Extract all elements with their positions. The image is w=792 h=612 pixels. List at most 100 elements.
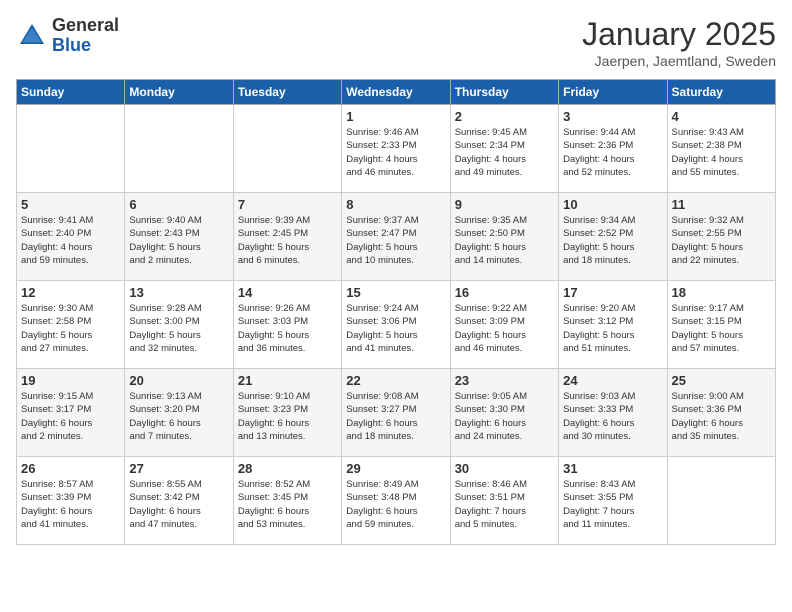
day-of-week-header: Friday <box>559 80 667 105</box>
calendar-day-cell: 12Sunrise: 9:30 AM Sunset: 2:58 PM Dayli… <box>17 281 125 369</box>
calendar-day-cell: 22 Sunrise: 9:08 AM Sunset: 3:27 PM Dayli… <box>342 369 450 457</box>
day-info: Sunrise: 8:43 AM Sunset: 3:55 PM Dayligh… <box>563 478 662 531</box>
location-subtitle: Jaerpen, Jaemtland, Sweden <box>582 53 776 69</box>
day-info: Sunrise: 9:44 AM Sunset: 2:36 PM Dayligh… <box>563 126 662 179</box>
calendar-day-cell: 3Sunrise: 9:44 AM Sunset: 2:36 PM Daylig… <box>559 105 667 193</box>
month-title: January 2025 <box>582 16 776 53</box>
day-number: 17 <box>563 285 662 300</box>
day-number: 31 <box>563 461 662 476</box>
day-info: Sunrise: 9:20 AM Sunset: 3:12 PM Dayligh… <box>563 302 662 355</box>
calendar-day-cell: 26 Sunrise: 8:57 AM Sunset: 3:39 PM Dayli… <box>17 457 125 545</box>
calendar-day-cell <box>125 105 233 193</box>
day-number: 24 <box>563 373 662 388</box>
day-info: Sunrise: 9:39 AM Sunset: 2:45 PM Dayligh… <box>238 214 337 267</box>
calendar-day-cell: 21 Sunrise: 9:10 AM Sunset: 3:23 PM Dayli… <box>233 369 341 457</box>
calendar-day-cell: 17 Sunrise: 9:20 AM Sunset: 3:12 PM Dayli… <box>559 281 667 369</box>
day-number: 1 <box>346 109 445 124</box>
calendar-day-cell: 24Sunrise: 9:03 AM Sunset: 3:33 PM Dayli… <box>559 369 667 457</box>
day-info: Sunrise: 9:46 AM Sunset: 2:33 PM Dayligh… <box>346 126 445 179</box>
calendar-body: 1 Sunrise: 9:46 AM Sunset: 2:33 PM Daylig… <box>17 105 776 545</box>
day-info: Sunrise: 9:22 AM Sunset: 3:09 PM Dayligh… <box>455 302 554 355</box>
day-number: 7 <box>238 197 337 212</box>
calendar-day-cell: 5 Sunrise: 9:41 AM Sunset: 2:40 PM Daylig… <box>17 193 125 281</box>
calendar-day-cell: 19Sunrise: 9:15 AM Sunset: 3:17 PM Dayli… <box>17 369 125 457</box>
day-number: 27 <box>129 461 228 476</box>
day-info: Sunrise: 8:57 AM Sunset: 3:39 PM Dayligh… <box>21 478 120 531</box>
calendar-day-cell: 25 Sunrise: 9:00 AM Sunset: 3:36 PM Dayli… <box>667 369 775 457</box>
calendar-day-cell: 10 Sunrise: 9:34 AM Sunset: 2:52 PM Dayli… <box>559 193 667 281</box>
day-number: 20 <box>129 373 228 388</box>
calendar-week-row: 1 Sunrise: 9:46 AM Sunset: 2:33 PM Daylig… <box>17 105 776 193</box>
calendar-day-cell: 16 Sunrise: 9:22 AM Sunset: 3:09 PM Dayli… <box>450 281 558 369</box>
day-info: Sunrise: 9:32 AM Sunset: 2:55 PM Dayligh… <box>672 214 771 267</box>
calendar-day-cell: 4Sunrise: 9:43 AM Sunset: 2:38 PM Daylig… <box>667 105 775 193</box>
day-info: Sunrise: 9:28 AM Sunset: 3:00 PM Dayligh… <box>129 302 228 355</box>
day-number: 16 <box>455 285 554 300</box>
day-number: 11 <box>672 197 771 212</box>
calendar-day-cell: 23Sunrise: 9:05 AM Sunset: 3:30 PM Dayli… <box>450 369 558 457</box>
day-info: Sunrise: 9:35 AM Sunset: 2:50 PM Dayligh… <box>455 214 554 267</box>
day-info: Sunrise: 9:08 AM Sunset: 3:27 PM Dayligh… <box>346 390 445 443</box>
calendar-day-cell: 8 Sunrise: 9:37 AM Sunset: 2:47 PM Daylig… <box>342 193 450 281</box>
day-info: Sunrise: 8:52 AM Sunset: 3:45 PM Dayligh… <box>238 478 337 531</box>
calendar-header-row: SundayMondayTuesdayWednesdayThursdayFrid… <box>17 80 776 105</box>
day-info: Sunrise: 9:10 AM Sunset: 3:23 PM Dayligh… <box>238 390 337 443</box>
calendar-table: SundayMondayTuesdayWednesdayThursdayFrid… <box>16 79 776 545</box>
day-info: Sunrise: 8:46 AM Sunset: 3:51 PM Dayligh… <box>455 478 554 531</box>
day-number: 18 <box>672 285 771 300</box>
day-number: 5 <box>21 197 120 212</box>
day-info: Sunrise: 9:34 AM Sunset: 2:52 PM Dayligh… <box>563 214 662 267</box>
day-info: Sunrise: 9:00 AM Sunset: 3:36 PM Dayligh… <box>672 390 771 443</box>
day-info: Sunrise: 9:40 AM Sunset: 2:43 PM Dayligh… <box>129 214 228 267</box>
day-info: Sunrise: 9:41 AM Sunset: 2:40 PM Dayligh… <box>21 214 120 267</box>
calendar-day-cell: 15 Sunrise: 9:24 AM Sunset: 3:06 PM Dayli… <box>342 281 450 369</box>
day-number: 10 <box>563 197 662 212</box>
day-info: Sunrise: 9:24 AM Sunset: 3:06 PM Dayligh… <box>346 302 445 355</box>
day-of-week-header: Monday <box>125 80 233 105</box>
calendar-week-row: 5 Sunrise: 9:41 AM Sunset: 2:40 PM Daylig… <box>17 193 776 281</box>
day-of-week-header: Wednesday <box>342 80 450 105</box>
day-number: 30 <box>455 461 554 476</box>
day-of-week-header: Sunday <box>17 80 125 105</box>
calendar-week-row: 12Sunrise: 9:30 AM Sunset: 2:58 PM Dayli… <box>17 281 776 369</box>
calendar-day-cell: 27 Sunrise: 8:55 AM Sunset: 3:42 PM Dayli… <box>125 457 233 545</box>
day-info: Sunrise: 8:55 AM Sunset: 3:42 PM Dayligh… <box>129 478 228 531</box>
calendar-day-cell: 11 Sunrise: 9:32 AM Sunset: 2:55 PM Dayli… <box>667 193 775 281</box>
calendar-day-cell: 28Sunrise: 8:52 AM Sunset: 3:45 PM Dayli… <box>233 457 341 545</box>
day-number: 22 <box>346 373 445 388</box>
day-info: Sunrise: 9:45 AM Sunset: 2:34 PM Dayligh… <box>455 126 554 179</box>
day-number: 13 <box>129 285 228 300</box>
calendar-day-cell: 6Sunrise: 9:40 AM Sunset: 2:43 PM Daylig… <box>125 193 233 281</box>
calendar-day-cell: 1 Sunrise: 9:46 AM Sunset: 2:33 PM Daylig… <box>342 105 450 193</box>
day-of-week-header: Thursday <box>450 80 558 105</box>
day-number: 9 <box>455 197 554 212</box>
calendar-day-cell: 9 Sunrise: 9:35 AM Sunset: 2:50 PM Daylig… <box>450 193 558 281</box>
calendar-day-cell: 7 Sunrise: 9:39 AM Sunset: 2:45 PM Daylig… <box>233 193 341 281</box>
day-info: Sunrise: 9:17 AM Sunset: 3:15 PM Dayligh… <box>672 302 771 355</box>
day-number: 26 <box>21 461 120 476</box>
calendar-day-cell: 20 Sunrise: 9:13 AM Sunset: 3:20 PM Dayli… <box>125 369 233 457</box>
day-info: Sunrise: 9:13 AM Sunset: 3:20 PM Dayligh… <box>129 390 228 443</box>
day-number: 4 <box>672 109 771 124</box>
day-info: Sunrise: 8:49 AM Sunset: 3:48 PM Dayligh… <box>346 478 445 531</box>
day-number: 12 <box>21 285 120 300</box>
day-number: 15 <box>346 285 445 300</box>
calendar-week-row: 26 Sunrise: 8:57 AM Sunset: 3:39 PM Dayli… <box>17 457 776 545</box>
day-number: 21 <box>238 373 337 388</box>
day-info: Sunrise: 9:15 AM Sunset: 3:17 PM Dayligh… <box>21 390 120 443</box>
day-info: Sunrise: 9:37 AM Sunset: 2:47 PM Dayligh… <box>346 214 445 267</box>
day-number: 14 <box>238 285 337 300</box>
day-number: 29 <box>346 461 445 476</box>
day-number: 25 <box>672 373 771 388</box>
logo: General Blue <box>16 16 119 56</box>
logo-icon <box>16 20 48 52</box>
day-info: Sunrise: 9:05 AM Sunset: 3:30 PM Dayligh… <box>455 390 554 443</box>
calendar-day-cell <box>667 457 775 545</box>
calendar-day-cell: 13 Sunrise: 9:28 AM Sunset: 3:00 PM Dayli… <box>125 281 233 369</box>
calendar-day-cell: 2Sunrise: 9:45 AM Sunset: 2:34 PM Daylig… <box>450 105 558 193</box>
day-of-week-header: Saturday <box>667 80 775 105</box>
day-number: 8 <box>346 197 445 212</box>
calendar-day-cell: 29 Sunrise: 8:49 AM Sunset: 3:48 PM Dayli… <box>342 457 450 545</box>
calendar-day-cell <box>233 105 341 193</box>
day-of-week-header: Tuesday <box>233 80 341 105</box>
